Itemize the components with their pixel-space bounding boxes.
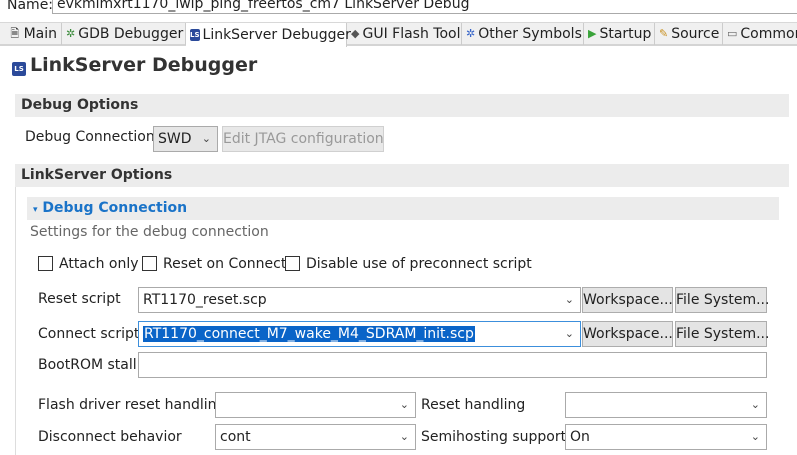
tab-other-symbols[interactable]: ✲ Other Symbols	[462, 23, 584, 45]
reset-workspace-button[interactable]: Workspace...	[582, 287, 673, 313]
disable-preconnect-label: Disable use of preconnect script	[306, 256, 532, 272]
reset-filesystem-button[interactable]: File System...	[675, 287, 769, 313]
semihosting-label: Semihosting support	[421, 429, 567, 445]
reset-on-connect-label: Reset on Connect	[163, 256, 287, 272]
chevron-down-icon: ⌄	[399, 430, 409, 443]
chevron-down-icon: ⌄	[750, 430, 760, 443]
combo-value: RT1170_reset.scp	[143, 292, 267, 308]
debug-connection-label: Debug Connection	[25, 129, 155, 145]
select-value: On	[570, 429, 590, 445]
tab-gui-flash-tool[interactable]: ◆ GUI Flash Tool	[347, 23, 462, 45]
tab-linkserver-debugger[interactable]: LS LinkServer Debugger	[186, 23, 351, 47]
attach-only-checkbox[interactable]	[38, 256, 53, 271]
bootrom-stall-label: BootROM stall	[38, 357, 137, 373]
chevron-down-icon: ⌄	[564, 293, 574, 306]
name-input[interactable]: evkmimxrt1170_lwip_ping_freertos_cm7 Lin…	[52, 0, 797, 14]
disconnect-label: Disconnect behavior	[38, 429, 182, 445]
subsection-title: Debug Connection	[42, 200, 188, 216]
linkserver-options-header: LinkServer Options	[15, 164, 789, 187]
section-border	[15, 187, 16, 455]
reset-script-combo[interactable]: RT1170_reset.scp ⌄	[138, 287, 581, 313]
bootrom-stall-input[interactable]	[138, 352, 767, 378]
debug-connection-subsection[interactable]: ▾ Debug Connection	[27, 197, 779, 220]
tab-label: Source	[671, 26, 720, 42]
disconnect-select[interactable]: cont ⌄	[215, 424, 416, 450]
chevron-down-icon: ⌄	[750, 398, 760, 411]
source-icon: ✎	[659, 27, 669, 40]
document-icon: 🗎	[10, 27, 20, 40]
edit-jtag-button[interactable]: Edit JTAG configuration	[222, 126, 384, 152]
bug-icon: ✲	[66, 27, 76, 40]
attach-only-label: Attach only	[59, 256, 139, 272]
bug-icon: ✲	[466, 27, 476, 40]
combo-value: RT1170_connect_M7_wake_M4_SDRAM_init.scp	[143, 326, 475, 342]
play-icon: ▶	[588, 27, 597, 40]
debug-connection-select[interactable]: SWD ⌄	[153, 126, 218, 152]
connect-script-combo[interactable]: RT1170_connect_M7_wake_M4_SDRAM_init.scp…	[138, 321, 581, 347]
tab-label: Common	[740, 26, 797, 42]
tab-source[interactable]: ✎ Source	[655, 23, 723, 45]
linkserver-icon: LS	[190, 29, 200, 41]
semihosting-select[interactable]: On ⌄	[565, 424, 767, 450]
tab-label: Main	[23, 26, 57, 42]
page-title: LinkServer Debugger	[30, 54, 258, 76]
disable-preconnect-checkbox[interactable]	[285, 256, 300, 271]
tab-label: GUI Flash Tool	[362, 26, 461, 42]
tab-main[interactable]: 🗎 Main	[5, 23, 62, 45]
reset-handling-select[interactable]: ⌄	[565, 392, 767, 418]
tab-common[interactable]: ▭Common	[723, 23, 797, 45]
collapse-icon: ▾	[33, 205, 38, 215]
tab-label: LinkServer Debugger	[202, 27, 351, 43]
tab-startup[interactable]: ▶ Startup	[584, 23, 655, 45]
tab-label: Startup	[599, 26, 652, 42]
chevron-down-icon: ⌄	[201, 132, 211, 145]
tab-bar: 🗎 Main ✲ GDB Debugger LS LinkServer Debugge…	[0, 22, 797, 47]
debug-options-header: Debug Options	[15, 94, 789, 117]
name-label: Name:	[7, 0, 54, 13]
subsection-description: Settings for the debug connection	[30, 224, 269, 240]
chevron-down-icon: ⌄	[564, 327, 574, 340]
tab-label: Other Symbols	[478, 26, 582, 42]
reset-handling-label: Reset handling	[421, 397, 526, 413]
flash-reset-select[interactable]: ⌄	[215, 392, 416, 418]
select-value: SWD	[158, 131, 192, 147]
chip-icon: ◆	[351, 27, 360, 40]
connect-script-label: Connect script	[38, 326, 140, 342]
chevron-down-icon: ⌄	[399, 398, 409, 411]
flash-reset-label: Flash driver reset handling	[38, 397, 226, 413]
select-value: cont	[220, 429, 251, 445]
tab-label: GDB Debugger	[78, 26, 184, 42]
linkserver-icon: LS	[12, 62, 26, 76]
connect-workspace-button[interactable]: Workspace...	[582, 321, 673, 347]
connect-filesystem-button[interactable]: File System...	[675, 321, 769, 347]
tab-gdb-debugger[interactable]: ✲ GDB Debugger	[62, 23, 186, 45]
reset-script-label: Reset script	[38, 291, 121, 307]
reset-on-connect-checkbox[interactable]	[142, 256, 157, 271]
window-icon: ▭	[727, 27, 738, 40]
